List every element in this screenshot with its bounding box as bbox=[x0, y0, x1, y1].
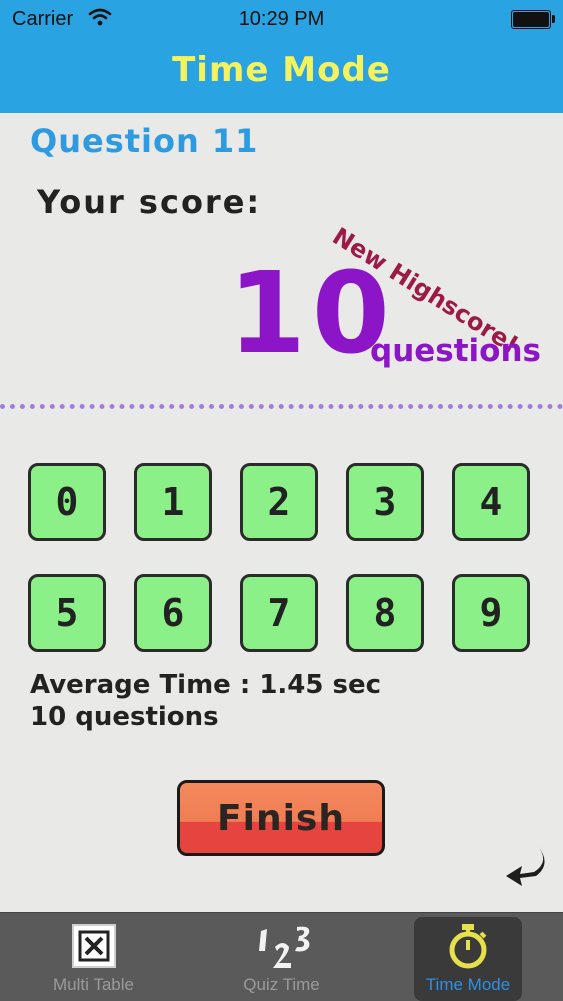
back-arrow-icon[interactable] bbox=[500, 842, 550, 888]
question-label: Question 11 bbox=[30, 122, 259, 160]
finish-button[interactable]: Finish bbox=[177, 780, 385, 856]
question-count-label: 10 questions bbox=[30, 702, 219, 732]
key-7[interactable]: 7 bbox=[240, 574, 318, 652]
key-8[interactable]: 8 bbox=[346, 574, 424, 652]
key-1[interactable]: 1 bbox=[134, 463, 212, 541]
tab-multi-table[interactable]: Multi Table bbox=[0, 913, 187, 1001]
tab-quiz-time[interactable]: Quiz Time bbox=[188, 913, 375, 1001]
key-2[interactable]: 2 bbox=[240, 463, 318, 541]
key-3[interactable]: 3 bbox=[346, 463, 424, 541]
page-title: Time Mode bbox=[172, 50, 391, 90]
tab-label: Quiz Time bbox=[243, 975, 320, 994]
key-4[interactable]: 4 bbox=[452, 463, 530, 541]
tab-bar: Multi Table Quiz Time Time Mode bbox=[0, 912, 563, 1001]
battery-icon bbox=[511, 10, 555, 29]
key-9[interactable]: 9 bbox=[452, 574, 530, 652]
stopwatch-icon bbox=[449, 924, 487, 969]
header-bar: Carrier 10:29 PM Time Mode bbox=[0, 0, 563, 113]
x-square-icon bbox=[71, 924, 116, 968]
score-unit: questions bbox=[370, 333, 541, 369]
tab-label: Multi Table bbox=[53, 975, 134, 994]
one-two-three-icon bbox=[258, 926, 309, 968]
key-5[interactable]: 5 bbox=[28, 574, 106, 652]
tab-label: Time Mode bbox=[425, 975, 511, 994]
tab-time-mode[interactable]: Time Mode bbox=[414, 917, 522, 1001]
key-6[interactable]: 6 bbox=[134, 574, 212, 652]
status-bar: Carrier 10:29 PM bbox=[0, 0, 563, 38]
score-label: Your score: bbox=[37, 183, 262, 221]
clock-label: 10:29 PM bbox=[238, 8, 325, 30]
key-0[interactable]: 0 bbox=[28, 463, 106, 541]
average-time-label: Average Time : 1.45 sec bbox=[30, 670, 382, 700]
divider bbox=[0, 404, 563, 409]
